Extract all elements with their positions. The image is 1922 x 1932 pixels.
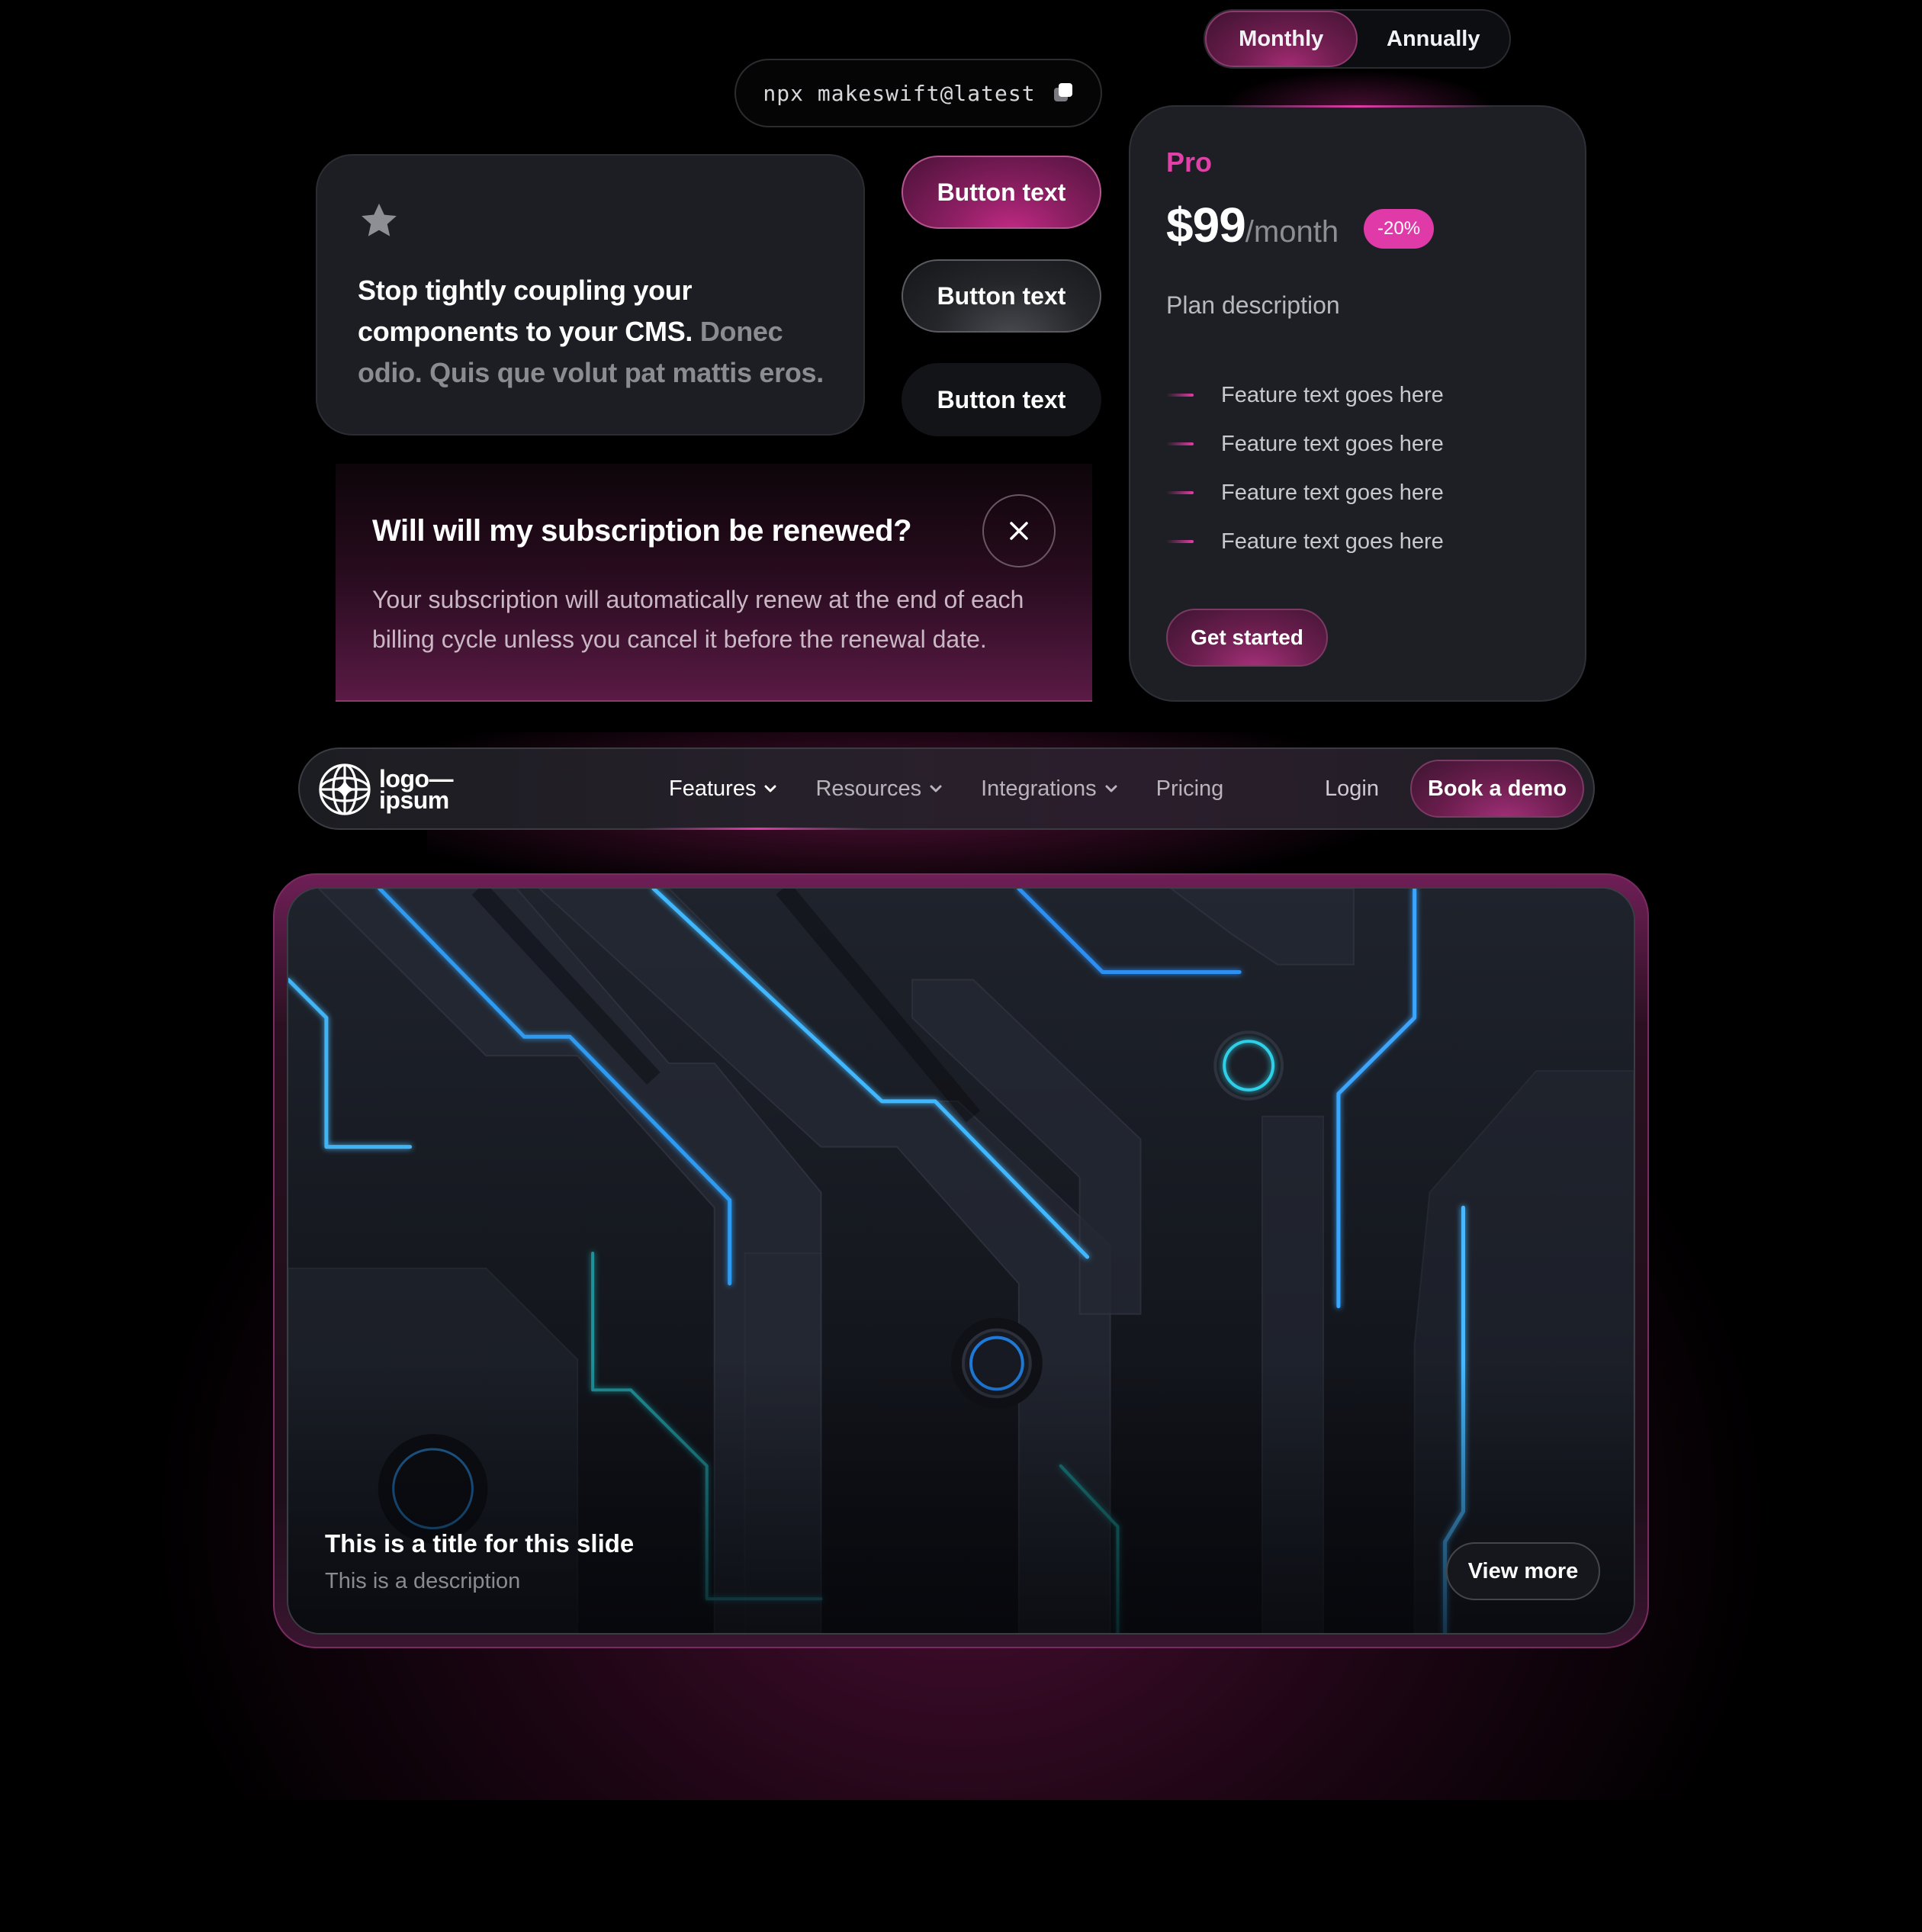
nav-features-label: Features [669, 776, 757, 801]
secondary-button[interactable]: Button text [902, 259, 1101, 333]
feature-item: Feature text goes here [1166, 468, 1444, 517]
nav-features[interactable]: Features [669, 776, 777, 802]
chevron-down-icon [764, 785, 776, 792]
tertiary-button[interactable]: Button text [902, 363, 1101, 436]
testimonial-card: Stop tightly coupling your components to… [316, 154, 865, 436]
feature-item: Feature text goes here [1166, 420, 1444, 468]
logo-line-2: ipsum [379, 786, 449, 814]
feature-text: Feature text goes here [1221, 382, 1444, 407]
nav-integrations[interactable]: Integrations [981, 776, 1118, 802]
primary-button[interactable]: Button text [902, 156, 1101, 229]
plan-name: Pro [1166, 146, 1213, 178]
faq-question[interactable]: Will will my subscription be renewed? [372, 514, 912, 548]
logo[interactable]: logo— ipsum [318, 763, 454, 816]
faq-close-button[interactable] [982, 494, 1056, 567]
get-started-button[interactable]: Get started [1166, 609, 1328, 667]
toggle-annually[interactable]: Annually [1358, 11, 1510, 67]
dash-icon [1166, 540, 1194, 543]
dash-icon [1166, 394, 1194, 397]
nav-integrations-label: Integrations [981, 776, 1097, 801]
plan-price: $99 /month [1166, 197, 1339, 253]
feature-item: Feature text goes here [1166, 517, 1444, 566]
book-demo-button[interactable]: Book a demo [1410, 760, 1584, 818]
login-link[interactable]: Login [1325, 749, 1379, 828]
testimonial-strong: Stop tightly coupling your components to… [358, 275, 693, 347]
slide-card: This is a title for this slide This is a… [287, 887, 1635, 1635]
feature-text: Feature text goes here [1221, 529, 1444, 554]
nav-pricing[interactable]: Pricing [1156, 776, 1224, 802]
view-more-button[interactable]: View more [1446, 1542, 1600, 1600]
navbar: logo— ipsum Features Resources Integrati… [298, 747, 1595, 830]
dash-icon [1166, 442, 1194, 445]
slide-title: This is a title for this slide [325, 1529, 635, 1557]
close-icon [1010, 522, 1028, 540]
feature-text: Feature text goes here [1221, 480, 1444, 505]
billing-toggle[interactable]: Monthly Annually [1204, 9, 1511, 69]
price-amount: $99 [1166, 198, 1246, 252]
testimonial-text: Stop tightly coupling your components to… [358, 270, 831, 394]
price-period: /month [1245, 215, 1339, 249]
nav-resources[interactable]: Resources [815, 776, 943, 802]
toggle-monthly[interactable]: Monthly [1205, 11, 1358, 67]
dash-icon [1166, 491, 1194, 494]
nav-resources-label: Resources [815, 776, 922, 801]
globe-logo-icon [319, 763, 371, 815]
feature-list: Feature text goes here Feature text goes… [1166, 371, 1444, 566]
faq-item: Will will my subscription be renewed? Yo… [336, 464, 1092, 702]
discount-badge: -20% [1364, 209, 1435, 249]
logo-text: logo— ipsum [379, 767, 454, 814]
plan-description: Plan description [1166, 291, 1340, 319]
nav-pricing-label: Pricing [1155, 776, 1224, 801]
chevron-down-icon [1105, 785, 1117, 792]
install-command: npx makeswift@latest [734, 59, 1102, 127]
star-icon [362, 203, 397, 236]
nav-links: Features Resources Integrations Pricing [669, 749, 1223, 828]
copy-icon[interactable] [1053, 83, 1074, 103]
command-text: npx makeswift@latest [763, 80, 1036, 106]
chevron-down-icon [930, 785, 942, 792]
faq-answer: Your subscription will automatically ren… [372, 586, 1024, 653]
feature-text: Feature text goes here [1221, 431, 1444, 456]
toggle-glow [1220, 70, 1495, 107]
feature-item: Feature text goes here [1166, 371, 1444, 420]
slide-description: This is a description [325, 1569, 521, 1593]
pricing-card: Pro $99 /month -20% Plan description Fea… [1129, 105, 1586, 702]
